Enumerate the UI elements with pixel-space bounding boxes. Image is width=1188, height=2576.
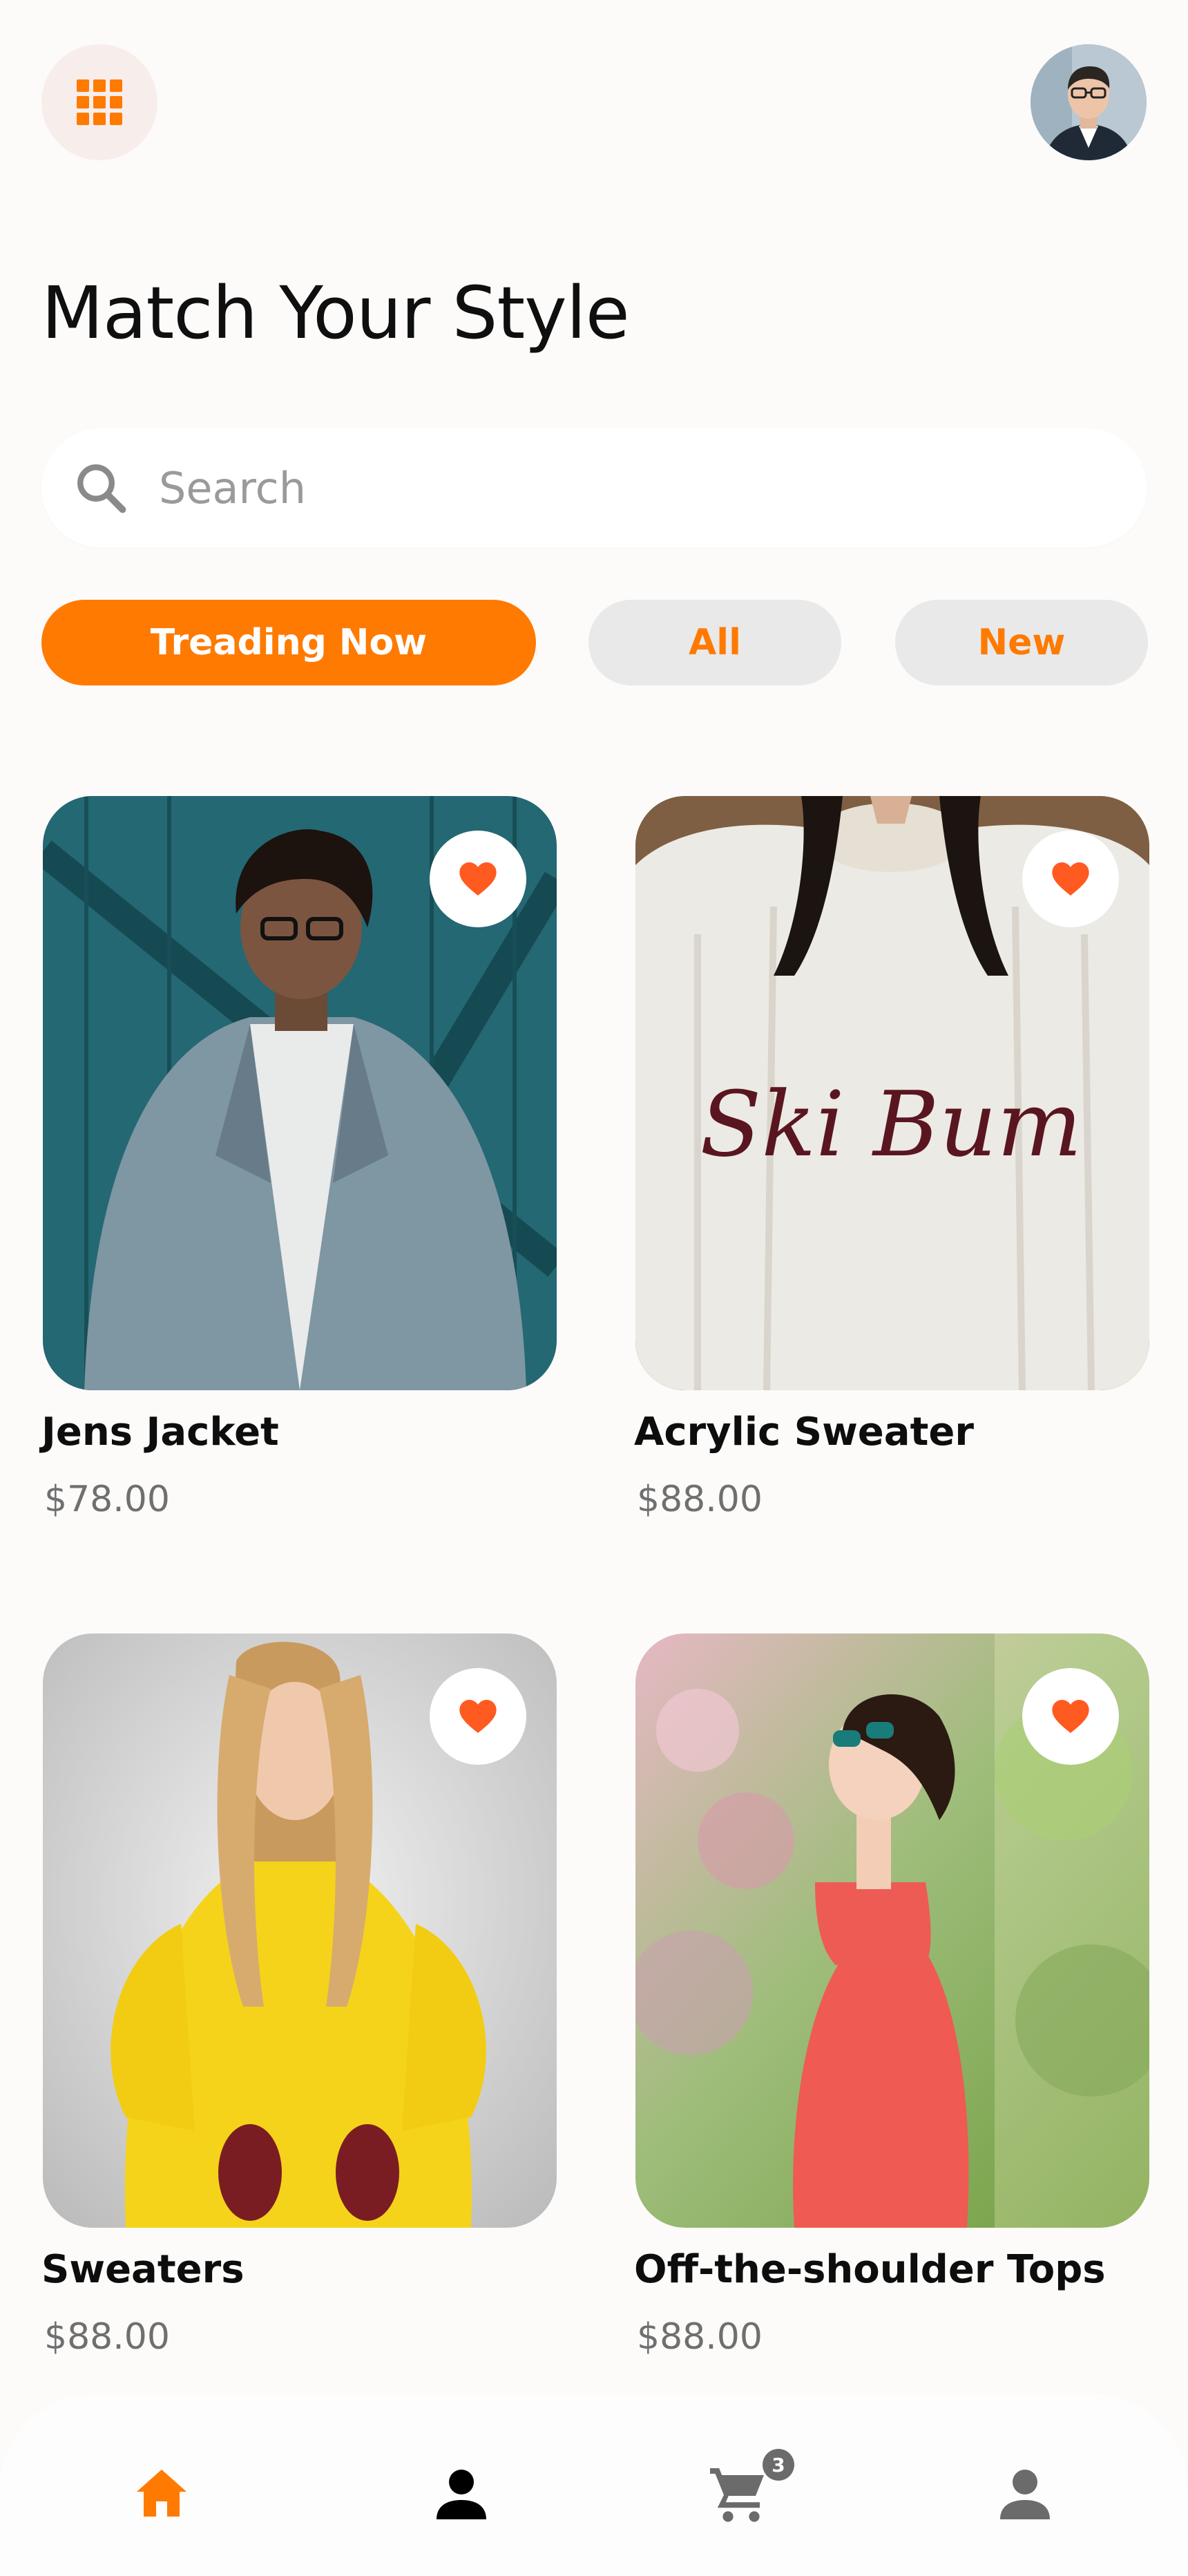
- nav-home[interactable]: [120, 2453, 203, 2536]
- filter-chip-new[interactable]: New: [895, 600, 1148, 685]
- page-title: Match Your Style: [41, 271, 630, 355]
- search-icon: [77, 464, 126, 513]
- product-name: Off-the-shoulder Tops: [634, 2247, 1106, 2292]
- heart-icon: [459, 862, 497, 896]
- product-price: $88.00: [44, 2316, 170, 2358]
- filter-chip-trending[interactable]: Treading Now: [41, 600, 536, 685]
- profile-icon: [1000, 2470, 1050, 2519]
- favorite-button[interactable]: [430, 1668, 526, 1765]
- favorite-button[interactable]: [1022, 1668, 1119, 1765]
- bottom-nav: [0, 2394, 1188, 2576]
- product-price: $78.00: [44, 1479, 170, 1520]
- favorite-button[interactable]: [430, 831, 526, 927]
- person-icon: [437, 2470, 486, 2519]
- heart-icon: [459, 1700, 497, 1733]
- filter-chip-all[interactable]: All: [588, 600, 841, 685]
- nav-profile[interactable]: [984, 2453, 1066, 2536]
- user-avatar-image: [1031, 44, 1147, 160]
- svg-text:Ski Bum: Ski Bum: [700, 1072, 1082, 1177]
- search-bar[interactable]: [41, 428, 1147, 547]
- product-name: Acrylic Sweater: [634, 1410, 974, 1455]
- heart-icon: [1052, 1700, 1089, 1733]
- product-name: Sweaters: [41, 2247, 245, 2292]
- nav-person[interactable]: [420, 2453, 503, 2536]
- cart-badge: 3: [763, 2449, 794, 2481]
- home-icon: [137, 2470, 186, 2517]
- menu-button[interactable]: [41, 44, 157, 160]
- grid-icon: [77, 79, 122, 125]
- avatar[interactable]: [1031, 44, 1147, 160]
- cart-icon: [710, 2468, 764, 2522]
- product-price: $88.00: [637, 1479, 763, 1520]
- product-name: Jens Jacket: [41, 1410, 279, 1455]
- search-input[interactable]: [159, 456, 1112, 520]
- heart-icon: [1052, 862, 1089, 896]
- product-price: $88.00: [637, 2316, 763, 2358]
- favorite-button[interactable]: [1022, 831, 1119, 927]
